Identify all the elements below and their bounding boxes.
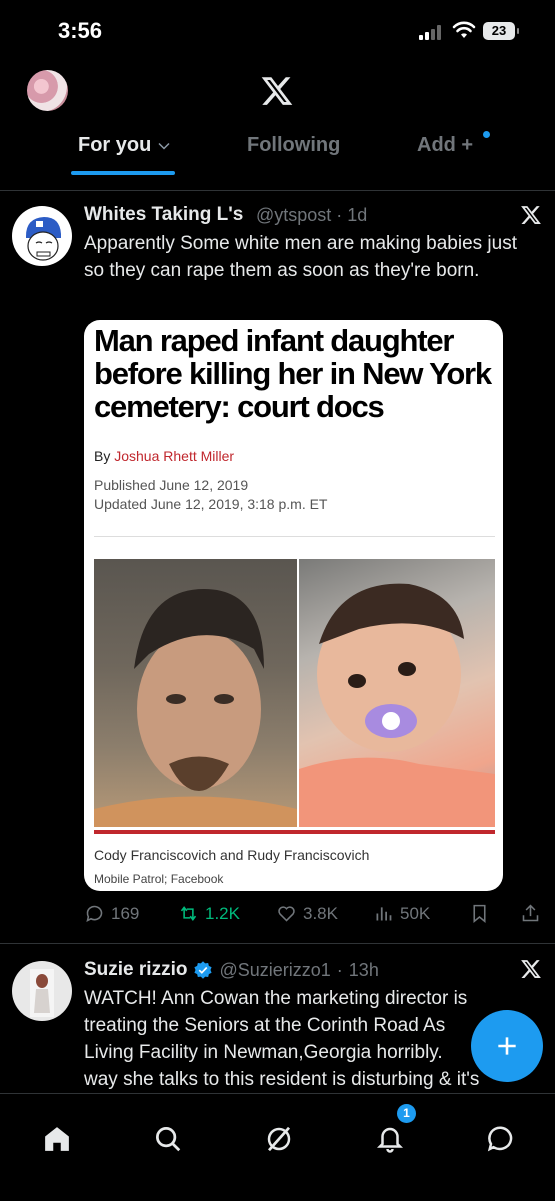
- byline-label: By: [94, 448, 111, 464]
- tweet-text-line: Living Facility in Newman,Georgia horrib…: [84, 1042, 443, 1063]
- heart-icon: [278, 906, 295, 922]
- tweet-author-handle[interactable]: @Suzierizzo1: [219, 960, 330, 981]
- tab-following[interactable]: Following: [247, 134, 340, 157]
- wojak-avatar-icon: [26, 217, 61, 261]
- active-tab-indicator: [71, 171, 175, 175]
- photo-credit: Mobile Patrol; Facebook: [94, 872, 224, 886]
- tweet-timestamp: 1d: [347, 205, 368, 225]
- tweet-author-handle[interactable]: @ytspost: [256, 205, 331, 225]
- tweet-text-line: way she talks to this resident is distur…: [84, 1069, 480, 1090]
- like-button[interactable]: 3.8K: [276, 903, 338, 924]
- article-card[interactable]: Man raped infant daughter before killing…: [84, 320, 503, 891]
- compose-post-button[interactable]: [471, 1010, 543, 1082]
- article-byline: By Joshua Rhett Miller: [94, 448, 234, 464]
- x-logo-icon[interactable]: [260, 74, 294, 108]
- reply-icon: [86, 905, 103, 922]
- new-indicator-dot: [483, 131, 490, 138]
- header-divider: [0, 190, 555, 191]
- article-published: Published June 12, 2019: [94, 477, 249, 493]
- chevron-down-icon[interactable]: [158, 140, 170, 152]
- verified-badge-icon: [194, 961, 213, 979]
- caption-rule: [94, 830, 495, 834]
- cellular-signal-icon: [419, 24, 445, 40]
- home-icon[interactable]: [42, 1124, 72, 1154]
- tweet-timestamp: 13h: [348, 959, 379, 980]
- view-count: 50K: [400, 903, 431, 923]
- tweet-meta: @ytspost · 1d: [256, 205, 368, 225]
- tab-add[interactable]: Add +: [417, 134, 473, 157]
- wifi-icon: [452, 21, 476, 38]
- reply-count: 169: [111, 903, 140, 923]
- reply-button[interactable]: 169: [84, 903, 139, 924]
- battery-indicator: 23: [483, 22, 519, 40]
- tab-for-you[interactable]: For you: [78, 134, 151, 157]
- article-headline: Man raped infant daughter before killing…: [94, 323, 492, 424]
- profile-avatar[interactable]: [27, 70, 68, 111]
- tweet-text-line: treating the Seniors at the Corinth Road…: [84, 1015, 446, 1036]
- repost-count: 1.2K: [205, 903, 240, 923]
- bell-icon[interactable]: [375, 1124, 405, 1154]
- article-dates: Published June 12, 2019 Updated June 12,…: [94, 476, 328, 514]
- article-photo-man: [94, 559, 297, 827]
- tweet-text: Apparently Some white men are making bab…: [84, 233, 518, 281]
- analytics-icon: [376, 907, 392, 921]
- grok-icon[interactable]: [264, 1124, 294, 1154]
- tweet-author-name[interactable]: Suzie rizzio: [84, 959, 187, 981]
- card-divider: [94, 536, 495, 537]
- tweet-divider: [0, 943, 555, 944]
- x-logo-icon[interactable]: [520, 958, 542, 980]
- repost-button[interactable]: 1.2K: [178, 903, 240, 924]
- share-icon[interactable]: [520, 903, 541, 924]
- repost-icon: [180, 906, 197, 921]
- notification-badge: 1: [397, 1104, 416, 1123]
- messages-icon[interactable]: [486, 1124, 516, 1154]
- tweet-text: WATCH! Ann Cowan the marketing director …: [84, 985, 524, 1093]
- like-count: 3.8K: [303, 903, 338, 923]
- tweet-header: Suzie rizzio @Suzierizzo1 · 13h: [84, 959, 379, 981]
- search-icon[interactable]: [153, 1124, 183, 1154]
- tweet-author-avatar[interactable]: [12, 961, 72, 1021]
- plus-icon: [498, 1037, 516, 1055]
- tweet-author-avatar[interactable]: [12, 206, 72, 266]
- article-updated: Updated June 12, 2019, 3:18 p.m. ET: [94, 496, 328, 512]
- tweet-author-name[interactable]: Whites Taking L's: [84, 204, 243, 226]
- bookmark-icon[interactable]: [469, 903, 490, 924]
- bottom-navigation: [0, 1093, 555, 1201]
- article-author: Joshua Rhett Miller: [114, 448, 235, 464]
- article-photo-baby: [299, 559, 495, 827]
- views-button[interactable]: 50K: [373, 903, 430, 924]
- photo-caption: Cody Franciscovich and Rudy Franciscovic…: [94, 847, 370, 863]
- x-logo-icon[interactable]: [520, 204, 542, 226]
- status-time: 3:56: [58, 18, 103, 43]
- tweet-text-line: WATCH! Ann Cowan the marketing director …: [84, 988, 468, 1009]
